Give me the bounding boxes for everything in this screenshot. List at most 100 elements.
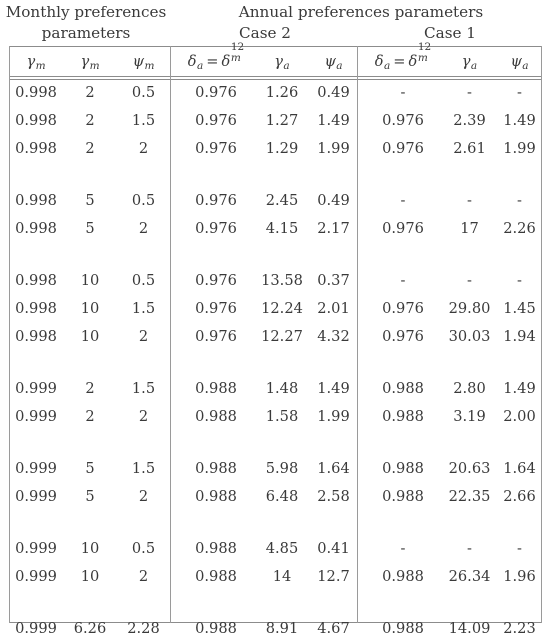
psi-symbol-m: ψ [132,53,145,70]
table-cell-case2-2: 0.49 [317,84,350,101]
table-cell-case1-0: 0.988 [382,620,424,637]
table-row: 0.998 2 0.5 0.976 1.26 0.49 - - - [0,79,550,107]
table-cell-case1-0: 0.976 [382,328,424,345]
table-cell-case1-0: - [400,540,406,557]
table-cell-case2-0: 0.988 [195,568,237,585]
table-cell-case2-1: 2.45 [265,192,299,209]
table-cell-monthly-1: 2 [85,380,95,397]
table-cell-case1-2: 2.00 [503,408,536,425]
delta-subscript-case1: a [383,59,391,72]
table-cell-case1-2: 1.49 [503,380,536,397]
column-header-gamma-m-2: γm [63,48,117,76]
table-cell-case1-0: 0.976 [382,140,424,157]
table-cell-monthly-2: 1.5 [131,300,156,317]
table-cell-case1-2: 1.64 [503,460,536,477]
table-cell-monthly-0: 0.999 [15,380,57,397]
table-cell-monthly-1: 10 [80,272,100,289]
delta-rhs-subscript-case1: m [417,52,428,65]
table-cell-monthly-2: 2 [138,328,149,345]
table-cell-case1-1: 30.03 [448,328,491,345]
super-header-monthly-line2: parameters [41,24,131,42]
gamma-subscript-1: m [35,59,46,72]
table-cell-case1-0: 0.988 [382,568,424,585]
delta-rhs-superscript-case2: 12 [230,41,245,54]
table-row: 0.998 10 0.5 0.976 13.58 0.37 - - - [0,267,550,295]
super-header-case2: Case 2 [239,24,291,42]
parameters-table: Monthly preferences parameters Annual pr… [0,0,550,637]
psi-symbol-case1: ψ [510,53,522,70]
table-cell-case2-2: 2.58 [317,488,350,505]
table-cell-case1-2: 2.26 [503,220,536,237]
table-cell-monthly-2: 2.28 [127,620,160,637]
table-cell-case1-0: 0.976 [382,220,424,237]
table-cell-monthly-1: 6.26 [73,620,107,637]
table-cell-case1-1: 3.19 [453,408,486,425]
table-row: 0.998 2 1.5 0.976 1.27 1.49 0.976 2.39 1.49 [0,107,550,135]
table-row-spacer [0,591,550,615]
column-header-psi-a-case1: ψa [498,48,541,76]
table-cell-case1-1: - [467,272,472,289]
table-top-rule [9,46,541,47]
table-cell-case1-0: 0.988 [382,380,424,397]
table-cell-monthly-1: 2 [85,84,95,101]
table-cell-case1-1: 14.09 [448,620,491,637]
table-cell-monthly-2: 1.5 [131,112,156,129]
table-cell-monthly-0: 0.999 [15,488,57,505]
table-cell-monthly-0: 0.999 [15,460,57,477]
table-row: 0.999 5 1.5 0.988 5.98 1.64 0.988 20.63 1.64 [0,455,550,483]
table-cell-case2-0: 0.976 [195,328,237,345]
gamma-symbol-1: γ [26,53,36,70]
table-cell-case2-2: 4.67 [317,620,350,637]
column-header-psi-a-case2: ψa [310,48,357,76]
table-cell-monthly-2: 2 [138,408,149,425]
table-cell-case2-0: 0.976 [195,192,237,209]
gamma-subscript-case1: a [470,59,478,72]
super-header-monthly-line1: Monthly preferences [5,3,167,21]
row-left-gutter [0,48,9,76]
table-cell-monthly-1: 2 [85,140,95,157]
table-cell-case2-1: 12.24 [261,300,303,317]
table-cell-case1-2: 1.99 [503,140,536,157]
table-cell-monthly-1: 5 [85,192,95,209]
table-cell-case2-0: 0.988 [195,488,237,505]
gamma-subscript-2: m [89,59,100,72]
table-cell-monthly-0: 0.998 [15,112,57,129]
table-cell-case2-0: 0.976 [195,84,237,101]
column-header-gamma-m-1: γm [9,48,63,76]
delta-rhs-subscript-case2: m [230,52,241,65]
psi-subscript-case1: a [522,59,529,72]
table-cell-monthly-2: 1.5 [131,460,156,477]
gamma-symbol-case1: γ [461,53,471,70]
table-row: 0.998 2 2 0.976 1.29 1.99 0.976 2.61 1.99 [0,135,550,163]
table-cell-case2-0: 0.988 [195,620,237,637]
table-cell-case1-2: - [517,192,522,209]
table-cell-case2-1: 1.29 [265,140,299,157]
table-cell-case2-2: 0.41 [317,540,350,557]
table-cell-case2-2: 2.01 [317,300,350,317]
table-cell-monthly-1: 5 [85,460,95,477]
table-cell-monthly-2: 1.5 [131,380,156,397]
table-cell-case1-0: - [400,192,406,209]
gamma-symbol-2: γ [80,53,90,70]
table-row: 0.999 10 2 0.988 14 12.7 0.988 26.34 1.96 [0,563,550,591]
table-cell-case2-2: 1.99 [317,140,350,157]
table-cell-case1-0: 0.976 [382,300,424,317]
table-cell-monthly-0: 0.999 [15,408,57,425]
table-cell-case2-0: 0.988 [195,408,237,425]
table-cell-case1-2: 1.49 [503,112,536,129]
table-cell-monthly-2: 0.5 [131,192,156,209]
table-cell-monthly-2: 0.5 [131,84,156,101]
table-row-spacer [0,511,550,535]
table-cell-case2-0: 0.988 [195,460,237,477]
table-cell-monthly-0: 0.999 [15,540,57,557]
table-cell-monthly-0: 0.999 [15,620,57,637]
table-row: 0.999 5 2 0.988 6.48 2.58 0.988 22.35 2.66 [0,483,550,511]
table-super-header: Monthly preferences parameters Annual pr… [0,0,550,46]
table-cell-monthly-1: 10 [80,328,100,345]
table-row: 0.999 2 2 0.988 1.58 1.99 0.988 3.19 2.00 [0,403,550,431]
column-header-psi-m: ψm [117,48,170,76]
table-cell-case2-1: 1.27 [265,112,299,129]
table-cell-monthly-2: 0.5 [131,540,156,557]
table-cell-monthly-0: 0.998 [15,192,57,209]
table-cell-monthly-2: 2 [138,488,149,505]
